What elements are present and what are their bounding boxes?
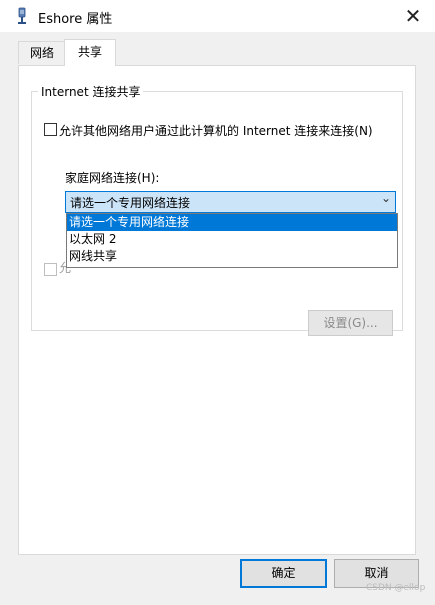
close-button[interactable]: ✕	[398, 2, 428, 30]
settings-label: 设置(G)...	[323, 316, 378, 330]
tab-sharing-label: 共享	[77, 45, 102, 59]
tab-network[interactable]: 网络	[18, 41, 66, 64]
ok-button[interactable]: 确定	[240, 559, 327, 588]
chevron-down-icon[interactable]: ⌄	[381, 191, 391, 205]
allow-control-checkbox[interactable]	[44, 263, 57, 276]
group-title: Internet 连接共享	[38, 83, 144, 100]
settings-button[interactable]: 设置(G)...	[308, 310, 393, 336]
close-icon: ✕	[404, 4, 422, 28]
cancel-label: 取消	[364, 566, 389, 580]
sharing-panel: Internet 连接共享 允许其他网络用户通过此计算机的 Internet 连…	[18, 65, 416, 555]
internet-sharing-group: Internet 连接共享 允许其他网络用户通过此计算机的 Internet 连…	[31, 83, 403, 336]
title-bar: Eshore 属性 ✕	[0, 0, 435, 32]
tab-sharing[interactable]: 共享	[64, 39, 116, 66]
dropdown-option[interactable]: 网线共享	[67, 248, 397, 265]
dropdown-option[interactable]: 请选一个专用网络连接	[67, 214, 397, 231]
home-network-label: 家庭网络连接(H):	[65, 171, 160, 185]
home-network-select[interactable]: 请选一个专用网络连接 ⌄	[65, 191, 396, 213]
allow-share-checkbox[interactable]	[44, 123, 57, 136]
allow-share-label[interactable]: 允许其他网络用户通过此计算机的 Internet 连接来连接(N)	[59, 122, 373, 139]
home-network-dropdown[interactable]: 请选一个专用网络连接 以太网 2 网线共享	[66, 213, 398, 268]
ok-label: 确定	[271, 566, 296, 580]
window-title: Eshore 属性	[38, 12, 113, 27]
network-adapter-icon	[18, 7, 26, 24]
select-value: 请选一个专用网络连接	[70, 196, 191, 210]
watermark: CSDN @ellop	[366, 583, 426, 593]
tab-network-label: 网络	[29, 46, 54, 60]
dialog-client-area: 网络 共享 Internet 连接共享 允许其他网络用户通过此计算机的 Inte…	[0, 32, 435, 605]
dropdown-option[interactable]: 以太网 2	[67, 231, 397, 248]
